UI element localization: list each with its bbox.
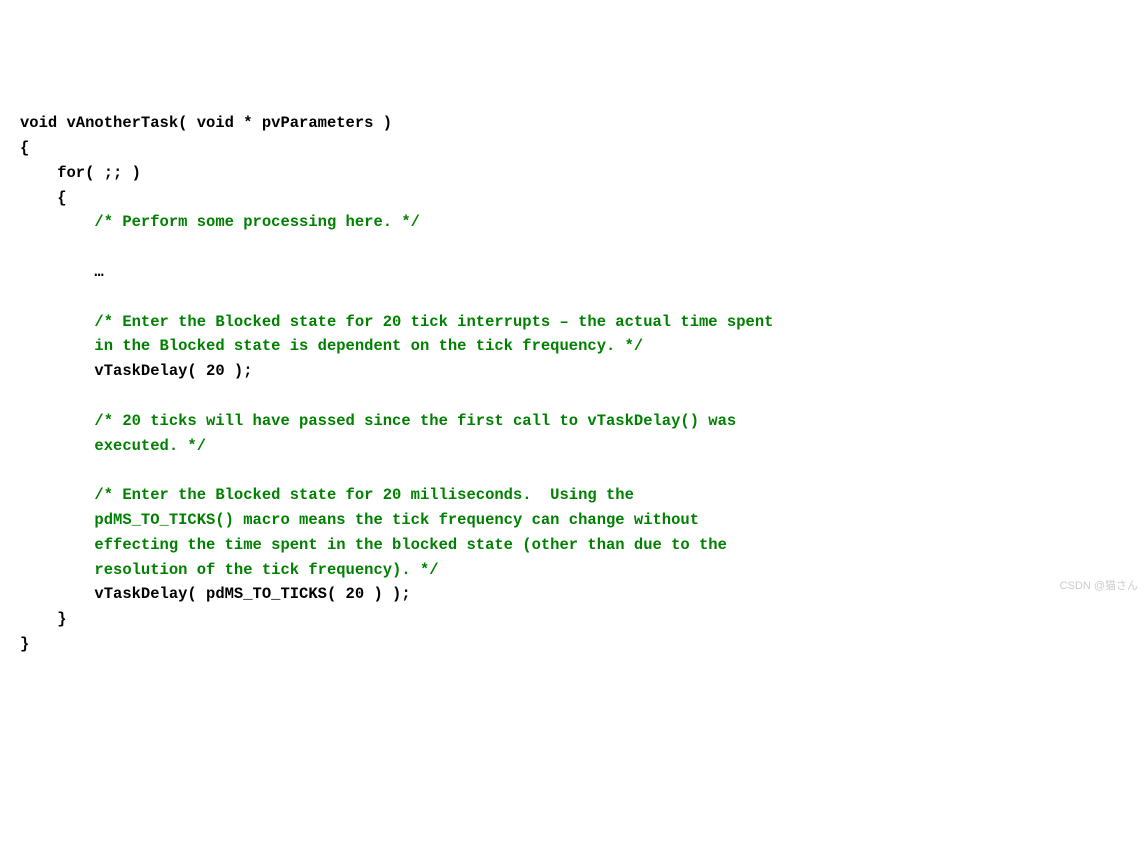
code-line: vTaskDelay( pdMS_TO_TICKS( 20 ) );	[20, 585, 411, 603]
code-line: {	[20, 189, 67, 207]
code-line: }	[20, 610, 67, 628]
code-line: vTaskDelay( 20 );	[20, 362, 253, 380]
code-line: …	[20, 263, 104, 281]
code-comment: resolution of the tick frequency). */	[20, 561, 439, 579]
code-comment: executed. */	[20, 437, 206, 455]
code-line: }	[20, 635, 29, 653]
code-comment: pdMS_TO_TICKS() macro means the tick fre…	[20, 511, 699, 529]
code-comment: /* Perform some processing here. */	[20, 213, 420, 231]
code-line: void vAnotherTask( void * pvParameters )	[20, 114, 392, 132]
code-block: void vAnotherTask( void * pvParameters )…	[20, 111, 1128, 657]
watermark-text: CSDN @猫さん	[1060, 578, 1138, 596]
code-line: {	[20, 139, 29, 157]
code-comment: /* Enter the Blocked state for 20 tick i…	[20, 313, 773, 331]
code-comment: /* 20 ticks will have passed since the f…	[20, 412, 736, 430]
code-comment: in the Blocked state is dependent on the…	[20, 337, 643, 355]
code-line: for( ;; )	[20, 164, 141, 182]
code-comment: effecting the time spent in the blocked …	[20, 536, 727, 554]
code-comment: /* Enter the Blocked state for 20 millis…	[20, 486, 634, 504]
